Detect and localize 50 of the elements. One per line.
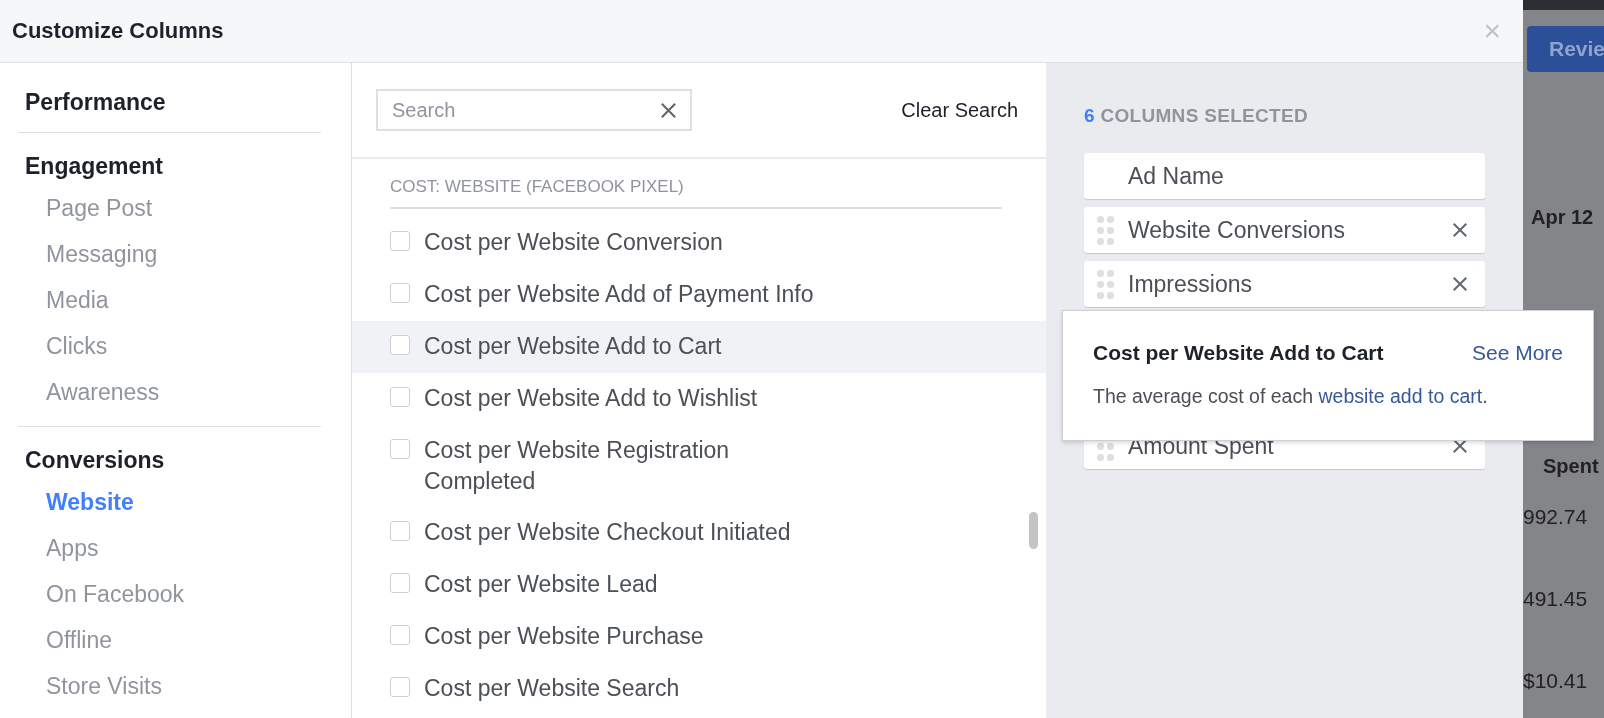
checkbox[interactable] — [390, 521, 410, 541]
checkbox[interactable] — [390, 677, 410, 697]
section-heading: COST: WEBSITE (FACEBOOK PIXEL) — [390, 177, 1002, 209]
checkbox[interactable] — [390, 439, 410, 459]
metric-label: Cost per Website Search — [424, 674, 680, 703]
see-more-link[interactable]: See More — [1471, 341, 1563, 365]
drag-handle-icon[interactable] — [1096, 269, 1114, 299]
checkbox[interactable] — [390, 231, 410, 251]
search-field[interactable]: Search — [392, 91, 659, 129]
column-name: Ad Name — [1127, 162, 1225, 190]
category-heading[interactable]: Engagement — [18, 147, 321, 186]
checkbox[interactable] — [390, 625, 410, 645]
category-heading[interactable]: Performance — [18, 83, 321, 122]
metric-label: Cost per Website Registration Completed — [424, 436, 731, 496]
checkbox[interactable] — [390, 387, 410, 407]
search-box[interactable]: Search — [376, 89, 692, 131]
scrollbar[interactable] — [1029, 512, 1038, 549]
checkbox[interactable] — [390, 573, 410, 593]
remove-icon[interactable] — [1451, 221, 1469, 239]
column-name: Impressions — [1127, 270, 1253, 298]
table-cell-text: $10.41 — [1523, 669, 1589, 693]
dialog-title: Customize Columns — [12, 18, 224, 44]
metric-label: Cost per Website Lead — [424, 570, 658, 599]
metric-label: Cost per Website Add to Wishlist — [424, 384, 758, 413]
metric-label: Cost per Website Add to Cart — [424, 332, 722, 361]
drag-handle-icon[interactable] — [1096, 215, 1114, 245]
category-heading[interactable]: Conversions — [18, 441, 321, 480]
columns-selected-count: 6 COLUMNS SELECTED — [1084, 105, 1309, 127]
metric-label: Cost per Website Checkout Initiated — [424, 518, 791, 547]
date-text: Apr 12 — [1530, 206, 1595, 229]
metric-row[interactable]: Cost per Website Add to Cart — [352, 321, 1046, 373]
selected-column-item[interactable]: Website Conversions — [1084, 207, 1485, 253]
checkbox[interactable] — [390, 335, 410, 355]
tooltip-title: Cost per Website Add to Cart — [1093, 341, 1384, 365]
clear-icon[interactable] — [659, 100, 678, 120]
selected-column-item[interactable]: Ad Name — [1084, 153, 1485, 199]
metric-label: Cost per Website Add of Payment Info — [424, 280, 814, 309]
tooltip-description: The average cost of each website add to cart. — [1093, 385, 1489, 408]
selected-column-item[interactable]: Impressions — [1084, 261, 1485, 307]
checkbox[interactable] — [390, 283, 410, 303]
column-name: Website Conversions — [1127, 216, 1346, 244]
clear-search-link[interactable]: Clear Search — [901, 98, 1018, 122]
metric-label: Cost per Website Purchase — [424, 622, 704, 651]
metric-label: Cost per Website Conversion — [424, 228, 723, 257]
remove-icon[interactable] — [1451, 275, 1469, 293]
category-item[interactable]: Website — [18, 480, 321, 526]
column-heading: Spent — [1542, 455, 1600, 478]
table-cell-text: 992.74 — [1523, 505, 1589, 529]
definition-link[interactable]: website add to cart — [1318, 385, 1483, 407]
table-cell-text: 491.45 — [1523, 587, 1589, 611]
